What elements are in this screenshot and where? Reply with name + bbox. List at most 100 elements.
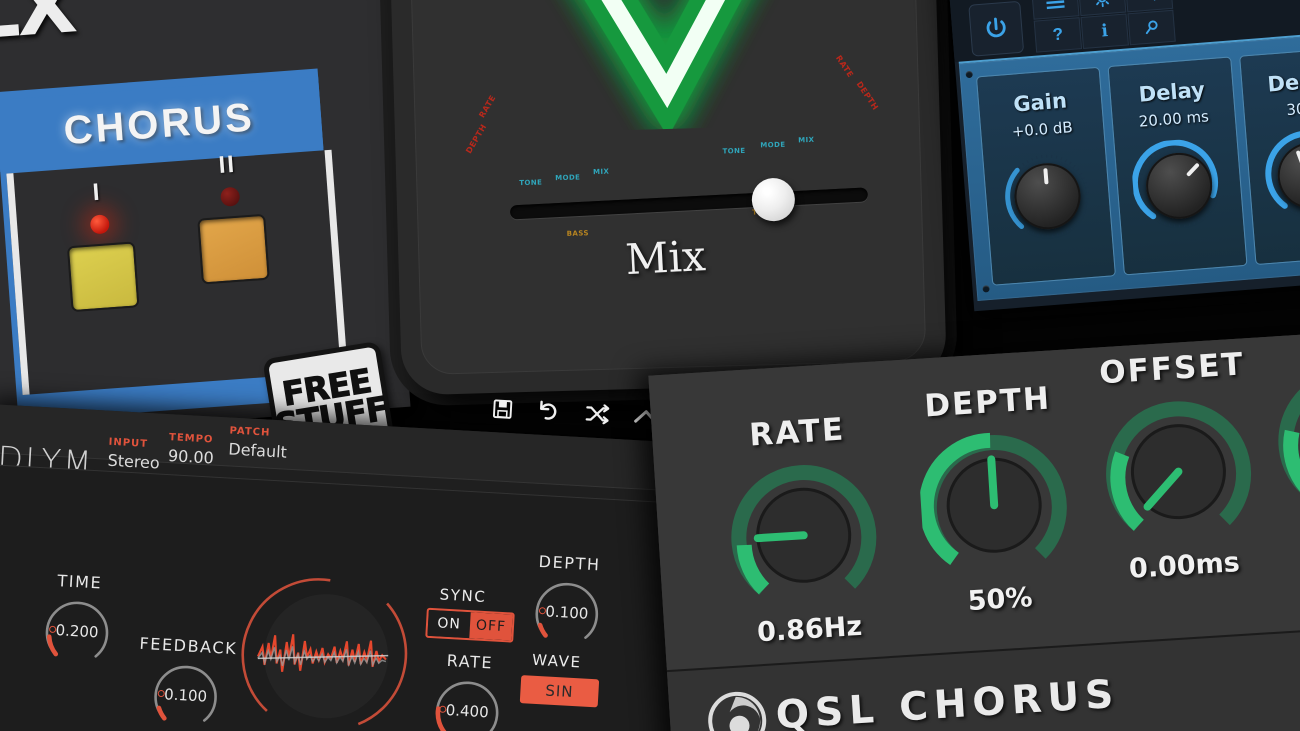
help-button[interactable]: ? bbox=[1033, 17, 1083, 53]
dlym-patch-key: PATCH bbox=[229, 425, 271, 439]
lx-switch-2[interactable]: II bbox=[178, 148, 283, 286]
delay-label: Delay bbox=[1137, 77, 1206, 107]
depth-label: Depth bbox=[1266, 67, 1300, 97]
undo-button[interactable] bbox=[536, 399, 562, 429]
dlym-patch-field[interactable]: PATCH Default bbox=[228, 425, 288, 461]
green-tick-cyan-4: TONE bbox=[722, 146, 746, 156]
blue-toolbar-icon-grid: ? i bbox=[1031, 0, 1176, 53]
depth-value: 30 % bbox=[1285, 98, 1300, 120]
gear-icon bbox=[1096, 0, 1110, 8]
lx-chorus-pedal: -LX Version 1.6.0 CHORUS I II FREE STUFF bbox=[0, 0, 411, 465]
dlym-tempo-field[interactable]: TEMPO 90.00 bbox=[167, 432, 215, 468]
qsl-title: QSL CHORUS bbox=[774, 671, 1121, 731]
wave-button[interactable]: SIN bbox=[519, 675, 600, 708]
help-icon: ? bbox=[1051, 24, 1064, 45]
green-tick-cyan-3: MIX bbox=[592, 167, 610, 177]
green-tick-red-1: RATE bbox=[477, 93, 498, 120]
dlym-rate-knob[interactable]: RATE 0.400 bbox=[431, 651, 503, 731]
delay-value: 20.00 ms bbox=[1138, 107, 1210, 131]
dlym-depth-value: 0.100 bbox=[544, 602, 589, 623]
save-button[interactable] bbox=[491, 398, 513, 425]
param-slot-delay: Delay 20.00 ms bbox=[1107, 56, 1248, 276]
search-icon bbox=[1145, 20, 1158, 35]
green-tick-amber-1: BASS bbox=[566, 229, 589, 238]
qsl-depth-knob-arc bbox=[918, 432, 1067, 566]
qsl-filter-knob[interactable]: FI bbox=[1273, 361, 1300, 516]
swirl-logo-icon bbox=[708, 691, 767, 731]
randomize-button[interactable] bbox=[584, 403, 610, 429]
time-knob[interactable]: TIME 0.200 bbox=[41, 571, 113, 668]
dlym-input-field[interactable]: INPUT Stereo bbox=[107, 437, 161, 473]
dlym-depth-label: DEPTH bbox=[538, 551, 602, 575]
lx-led-2 bbox=[219, 186, 240, 207]
wave-label: WAVE bbox=[531, 650, 583, 672]
qsl-offset-knob[interactable]: OFFSET 0.00ms bbox=[1098, 346, 1256, 585]
green-tick-red-2: DEPTH bbox=[464, 122, 489, 156]
qsl-knob-area: RATE 0.86Hz DEPTH 50% OFFSET 0.00ms bbox=[648, 333, 1300, 668]
gain-label: Gain bbox=[1012, 88, 1068, 117]
green-tick-red-4: DEPTH bbox=[854, 79, 881, 112]
chevron-down-icon bbox=[504, 0, 817, 134]
info-icon: i bbox=[1100, 20, 1109, 42]
green-tick-red-3: RATE bbox=[833, 53, 856, 80]
green-pedal-face: RATE DEPTH RATE DEPTH TONE MODE MIX TONE… bbox=[408, 0, 927, 375]
qsl-filter-knob-arc bbox=[1278, 368, 1300, 499]
lx-switch-1-label: I bbox=[91, 178, 103, 207]
screw-icon bbox=[982, 285, 990, 293]
green-tick-cyan-5: MODE bbox=[760, 140, 786, 150]
green-chevron-pedal: RATE DEPTH RATE DEPTH TONE MODE MIX TONE… bbox=[388, 0, 947, 396]
search-button[interactable] bbox=[1127, 9, 1176, 46]
green-tick-cyan-2: MODE bbox=[555, 173, 581, 183]
lx-led-1 bbox=[89, 214, 110, 235]
delay-knob[interactable] bbox=[1130, 136, 1229, 235]
qsl-chorus-plugin: RATE 0.86Hz DEPTH 50% OFFSET 0.00ms QSL … bbox=[648, 333, 1300, 731]
collage-canvas: -LX Version 1.6.0 CHORUS I II FREE STUFF bbox=[0, 0, 1300, 731]
mix-slider-label: Mix bbox=[624, 231, 707, 285]
gain-value: +0.0 dB bbox=[1011, 118, 1074, 141]
qsl-offset-value: 0.00ms bbox=[1128, 547, 1241, 585]
lx-switch-2-label: II bbox=[217, 150, 237, 179]
waveform-visualizer bbox=[241, 578, 408, 726]
green-tick-cyan-1: TONE bbox=[519, 178, 543, 188]
menu-icon bbox=[1046, 0, 1065, 10]
sync-toggle[interactable]: ON OFF bbox=[425, 607, 515, 643]
green-tick-cyan-6: MIX bbox=[798, 135, 815, 145]
gain-knob[interactable] bbox=[998, 147, 1097, 246]
depth-knob[interactable] bbox=[1261, 126, 1300, 225]
dlym-tempo-value: 90.00 bbox=[167, 446, 215, 468]
save-icon bbox=[492, 399, 513, 419]
qsl-rate-knob-arc bbox=[731, 465, 877, 595]
undo-icon bbox=[540, 400, 557, 420]
dlym-main-area: TIME 0.200 FEEDBACK 0.100 SYNC ON OFF DE… bbox=[0, 464, 719, 731]
sync-label: SYNC bbox=[439, 585, 487, 607]
dlym-rate-value: 0.400 bbox=[445, 700, 490, 722]
dlym-depth-knob[interactable]: DEPTH 0.100 bbox=[531, 552, 603, 650]
lx-brand: -LX bbox=[0, 0, 77, 60]
param-slot-gain: Gain +0.0 dB bbox=[975, 66, 1116, 286]
qsl-depth-knob[interactable]: DEPTH 50% bbox=[917, 381, 1072, 617]
mix-slider-track[interactable] bbox=[509, 177, 869, 223]
param-slot-depth: Depth 30 % bbox=[1239, 46, 1300, 266]
screw-icon bbox=[965, 70, 973, 79]
dlym-tempo-key: TEMPO bbox=[168, 432, 214, 446]
lx-switch-1[interactable]: I bbox=[48, 176, 153, 314]
sync-on-segment[interactable]: ON bbox=[427, 609, 471, 639]
randomize-icon bbox=[585, 404, 610, 425]
feedback-knob[interactable]: FEEDBACK 0.100 bbox=[139, 634, 238, 731]
power-button[interactable] bbox=[968, 0, 1025, 57]
power-icon bbox=[986, 17, 1006, 38]
lx-button-1[interactable] bbox=[66, 241, 140, 313]
info-button[interactable]: i bbox=[1080, 13, 1129, 49]
dlym-input-key: INPUT bbox=[108, 436, 149, 450]
lx-button-2[interactable] bbox=[197, 213, 270, 285]
dlym-delay-plugin: DLYM INPUT Stereo TEMPO 90.00 PATCH Defa… bbox=[0, 399, 722, 731]
dlym-patch-value: Default bbox=[227, 439, 288, 462]
undo-icon bbox=[1144, 0, 1156, 1]
qsl-filter-label: FI bbox=[1228, 311, 1300, 361]
qsl-rate-knob[interactable]: RATE 0.86Hz bbox=[726, 412, 881, 648]
time-value: 0.200 bbox=[55, 621, 100, 642]
qsl-offset-knob-arc bbox=[1106, 401, 1252, 532]
time-label: TIME bbox=[56, 571, 103, 593]
sync-off-segment[interactable]: OFF bbox=[469, 612, 513, 641]
blue-chorus-plugin: ? i Gain +0.0 dB Delay 20.00 ms Depth 30 bbox=[942, 0, 1300, 312]
